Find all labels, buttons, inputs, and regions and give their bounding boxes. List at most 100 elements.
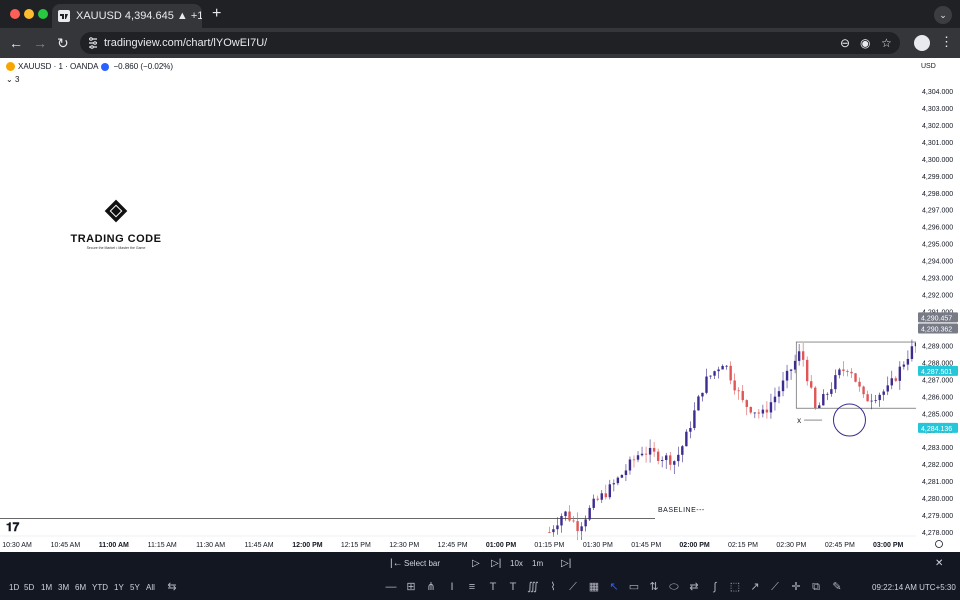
range-ytd[interactable]: YTD [92, 582, 108, 594]
profile-avatar[interactable] [914, 35, 930, 51]
close-replay-icon[interactable]: ✕ [935, 557, 943, 571]
type-icon[interactable]: T [506, 580, 520, 594]
trend-line-icon[interactable]: ⟋ [566, 580, 580, 594]
lines-icon[interactable]: ≡ [465, 580, 479, 594]
candle-body [902, 364, 906, 367]
window-minimize-button[interactable] [24, 9, 34, 19]
rectangle-icon[interactable]: ⬚ [728, 580, 742, 594]
channel-icon[interactable]: ⇅ [647, 580, 661, 594]
time-tick-label: 11:45 AM [244, 542, 273, 549]
range-all[interactable]: All [146, 582, 155, 594]
time-tick-label: 10:45 AM [51, 542, 81, 549]
candle-body [842, 369, 845, 371]
ruler-icon[interactable]: ⟋ [768, 580, 782, 594]
curve-icon[interactable]: ∫ [708, 580, 722, 594]
text-tool-icon[interactable]: T [486, 580, 500, 594]
callout-icon[interactable]: ▭ [627, 580, 641, 594]
range-1d[interactable]: 1D [9, 582, 19, 594]
candle-body [777, 391, 781, 397]
eye-icon[interactable]: ◉ [860, 36, 870, 50]
clock-readout: 09:22:14 AM UTC+5:30 [872, 583, 956, 592]
browser-menu-icon[interactable]: ⋮ [940, 34, 953, 50]
crosshair-icon[interactable]: ✛ [789, 580, 803, 594]
bookmark-star-icon[interactable]: ☆ [881, 36, 892, 50]
window-maximize-button[interactable] [38, 9, 48, 19]
price-chart[interactable]: x 4,304.000 4,303.000 4,302.000 4,301.000 4,3… [0, 58, 960, 552]
arrow-icon[interactable]: ↗ [748, 580, 762, 594]
gann-box-icon[interactable]: ▦ [587, 580, 601, 594]
select-bar-icon[interactable]: |← [390, 557, 403, 571]
candle-body [830, 389, 833, 394]
candle-body [741, 391, 744, 401]
candle-body [733, 380, 736, 391]
step-forward-icon[interactable]: ▷| [491, 557, 501, 571]
candle-body [793, 360, 797, 370]
price-tick-label: 4,298.000 [922, 191, 953, 198]
range-1y[interactable]: 1Y [114, 582, 124, 594]
candle-body [886, 385, 889, 392]
time-tick-label: 02:15 PM [728, 542, 758, 549]
address-bar[interactable]: tradingview.com/chart/lYOwEI7U/ ⊖ ◉ ☆ [80, 32, 900, 54]
candle-body [805, 359, 809, 382]
candle-body [604, 493, 607, 498]
jump-to-realtime-icon[interactable]: ▷| [561, 557, 571, 571]
ellipse-icon[interactable]: ⬭ [667, 580, 681, 594]
candle-body [636, 455, 640, 460]
back-arrow-icon[interactable]: ← [9, 34, 23, 52]
candle-body [552, 529, 555, 533]
image-icon[interactable]: ⧉ [809, 580, 823, 594]
candle-body [890, 378, 893, 386]
circle-annotation [832, 403, 866, 437]
forward-arrow-icon[interactable]: → [33, 34, 47, 52]
brush-icon[interactable]: ⌇ [546, 580, 560, 594]
cursor-text-icon[interactable]: I [445, 580, 459, 594]
play-icon[interactable]: ▷ [472, 557, 480, 571]
range-3m[interactable]: 3M [58, 582, 69, 594]
path-icon[interactable]: ⇄ [687, 580, 701, 594]
date-range-icon[interactable]: ⇆ [165, 580, 179, 594]
tradingview-logo-icon[interactable]: 𝟏𝟕 [6, 520, 19, 535]
candle-body [584, 519, 587, 527]
trading-code-logo-icon [104, 199, 128, 223]
price-tick-label: 4,280.000 [922, 496, 953, 503]
select-bar-button[interactable]: Select bar [404, 557, 440, 571]
price-tick-label: 4,301.000 [922, 140, 953, 147]
pitchfork-icon[interactable]: ⋔ [424, 580, 438, 594]
grid-icon[interactable]: ⊞ [404, 580, 418, 594]
range-1m[interactable]: 1M [41, 582, 52, 594]
candle-body [745, 400, 748, 407]
replay-speed[interactable]: 10x [510, 557, 523, 571]
candle-body [665, 455, 668, 461]
candle-body [588, 507, 591, 520]
browser-tab[interactable]: XAUUSD 4,394.645 ▲ +1.29 [52, 4, 202, 28]
price-tick-label: 4,302.000 [922, 123, 953, 130]
time-tick-label: 03:00 PM [873, 542, 904, 549]
site-info-icon[interactable] [88, 37, 98, 49]
range-5y[interactable]: 5Y [130, 582, 140, 594]
indicator-toggle[interactable]: ⌄ 3 [6, 75, 19, 84]
cursor-icon[interactable]: ↖ [607, 580, 621, 594]
pen-icon[interactable]: ✎ [830, 580, 844, 594]
candle-body [818, 405, 821, 409]
app-window: XAUUSD 4,394.645 ▲ +1.29 + ⌄ ← → ↻ tradi… [0, 0, 960, 600]
tab-search-chevron-icon[interactable]: ⌄ [934, 6, 952, 24]
new-tab-icon[interactable]: + [212, 4, 221, 24]
window-close-button[interactable] [10, 9, 20, 19]
reload-icon[interactable]: ↻ [57, 34, 69, 52]
candle-body [789, 369, 793, 371]
bars-pattern-icon[interactable]: ∭ [526, 580, 540, 594]
zoom-icon[interactable]: ⊖ [840, 36, 850, 50]
candle-body [773, 396, 777, 403]
symbol-legend[interactable]: XAUUSD · 1 · OANDA −0.860 (−0.02%) [6, 62, 173, 72]
candle-body [656, 451, 660, 461]
currency-label[interactable]: USD [921, 63, 936, 70]
bottom-toolbar: 1D 5D 1M 3M 6M YTD 1Y 5Y All ⇆ ― ⊞ ⋔ I ≡… [0, 576, 960, 600]
chart-pane[interactable]: x 4,304.000 4,303.000 4,302.000 4,301.000 4,3… [0, 58, 960, 552]
candle-body [785, 370, 789, 381]
range-6m[interactable]: 6M [75, 582, 86, 594]
replay-interval[interactable]: 1m [532, 557, 543, 571]
range-5d[interactable]: 5D [24, 582, 34, 594]
replay-toolbar: |← Select bar ▷ ▷| 10x 1m ▷| ✕ [0, 552, 960, 576]
data-source-icon [101, 62, 110, 71]
horizontal-line-icon[interactable]: ― [384, 580, 398, 594]
